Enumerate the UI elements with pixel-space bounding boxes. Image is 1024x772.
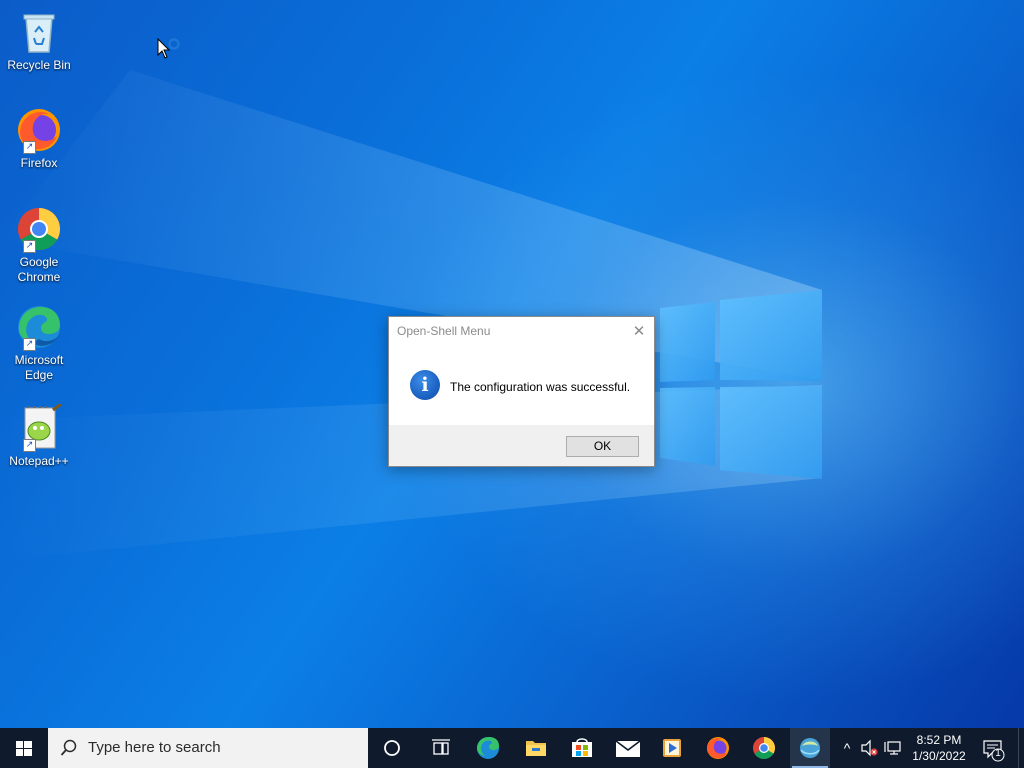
taskbar-search-box[interactable]: Type here to search bbox=[48, 728, 368, 768]
desktop-icon-label: Firefox bbox=[20, 156, 58, 170]
desktop-icon-microsoft-edge[interactable]: ↗ Microsoft Edge bbox=[4, 303, 74, 383]
recycle-bin-icon bbox=[15, 8, 63, 56]
dialog-message: The configuration was successful. bbox=[450, 380, 631, 394]
action-center-button[interactable]: 1 bbox=[978, 728, 1008, 768]
search-icon bbox=[60, 739, 77, 756]
shortcut-arrow-icon: ↗ bbox=[23, 141, 36, 154]
edge-icon bbox=[477, 737, 499, 759]
taskbar-store[interactable] bbox=[562, 728, 602, 768]
shortcut-arrow-icon: ↗ bbox=[23, 439, 36, 452]
desktop-icon-label: Recycle Bin bbox=[7, 58, 71, 72]
taskbar: Type here to search ^ 8:52 PM 1/30/2022 … bbox=[0, 728, 1024, 768]
firefox-icon: ↗ bbox=[15, 106, 63, 154]
dialog-footer: OK bbox=[389, 425, 654, 466]
open-shell-icon bbox=[800, 738, 820, 758]
show-desktop-button[interactable] bbox=[1018, 728, 1024, 768]
windows-logo-icon bbox=[16, 741, 32, 756]
shortcut-arrow-icon: ↗ bbox=[23, 338, 36, 351]
network-icon bbox=[884, 741, 901, 755]
mouse-busy-cursor-icon bbox=[157, 38, 180, 59]
show-hidden-icons-button[interactable]: ^ bbox=[838, 728, 856, 768]
taskbar-media-player[interactable] bbox=[652, 728, 692, 768]
taskbar-open-shell[interactable] bbox=[790, 728, 830, 768]
task-view-button[interactable] bbox=[420, 728, 460, 768]
desktop-icon-label: Notepad++ bbox=[9, 454, 69, 468]
store-icon bbox=[572, 738, 592, 757]
start-button[interactable] bbox=[0, 728, 48, 768]
volume-button[interactable] bbox=[858, 728, 880, 768]
search-placeholder: Type here to search bbox=[88, 739, 221, 756]
clock-date: 1/30/2022 bbox=[912, 749, 966, 763]
network-button[interactable] bbox=[882, 728, 906, 768]
media-player-icon bbox=[663, 739, 681, 757]
desktop-icon-firefox[interactable]: ↗ Firefox bbox=[4, 106, 74, 171]
desktop-icon-label: Microsoft Edge bbox=[14, 353, 64, 382]
notification-count: 1 bbox=[995, 748, 1001, 759]
taskbar-mail[interactable] bbox=[608, 728, 648, 768]
chrome-icon: ↗ bbox=[15, 205, 63, 253]
cortana-button[interactable] bbox=[372, 728, 412, 768]
open-shell-dialog: Open-Shell Menu ✕ i The configuration wa… bbox=[388, 316, 655, 467]
taskbar-firefox[interactable] bbox=[698, 728, 738, 768]
taskbar-edge[interactable] bbox=[468, 728, 508, 768]
close-icon[interactable]: ✕ bbox=[626, 319, 652, 343]
desktop-icon-recycle-bin[interactable]: Recycle Bin bbox=[4, 8, 74, 73]
info-icon: i bbox=[410, 370, 440, 400]
notification-icon bbox=[983, 740, 1005, 762]
firefox-icon bbox=[707, 737, 729, 759]
clock-time: 8:52 PM bbox=[916, 733, 962, 747]
file-explorer-icon bbox=[526, 741, 546, 756]
notepadpp-icon: ↗ bbox=[15, 402, 63, 452]
taskbar-clock[interactable]: 8:52 PM 1/30/2022 bbox=[906, 732, 972, 764]
task-view-icon bbox=[432, 739, 450, 755]
cortana-icon bbox=[384, 740, 400, 756]
dialog-title: Open-Shell Menu bbox=[397, 324, 491, 338]
desktop-icon-label: Google Chrome bbox=[17, 255, 61, 284]
taskbar-chrome[interactable] bbox=[744, 728, 784, 768]
desktop-icon-notepadpp[interactable]: ↗ Notepad++ bbox=[4, 402, 74, 469]
chrome-icon bbox=[753, 737, 775, 759]
mail-icon bbox=[615, 740, 641, 757]
ok-button[interactable]: OK bbox=[566, 436, 639, 457]
desktop-icon-google-chrome[interactable]: ↗ Google Chrome bbox=[4, 205, 74, 285]
shortcut-arrow-icon: ↗ bbox=[23, 240, 36, 253]
desktop[interactable]: Recycle Bin ↗ Firefox ↗ Google Chrome ↗ … bbox=[0, 0, 1024, 728]
edge-icon: ↗ bbox=[15, 303, 63, 351]
taskbar-file-explorer[interactable] bbox=[516, 728, 556, 768]
volume-muted-icon bbox=[861, 739, 878, 757]
